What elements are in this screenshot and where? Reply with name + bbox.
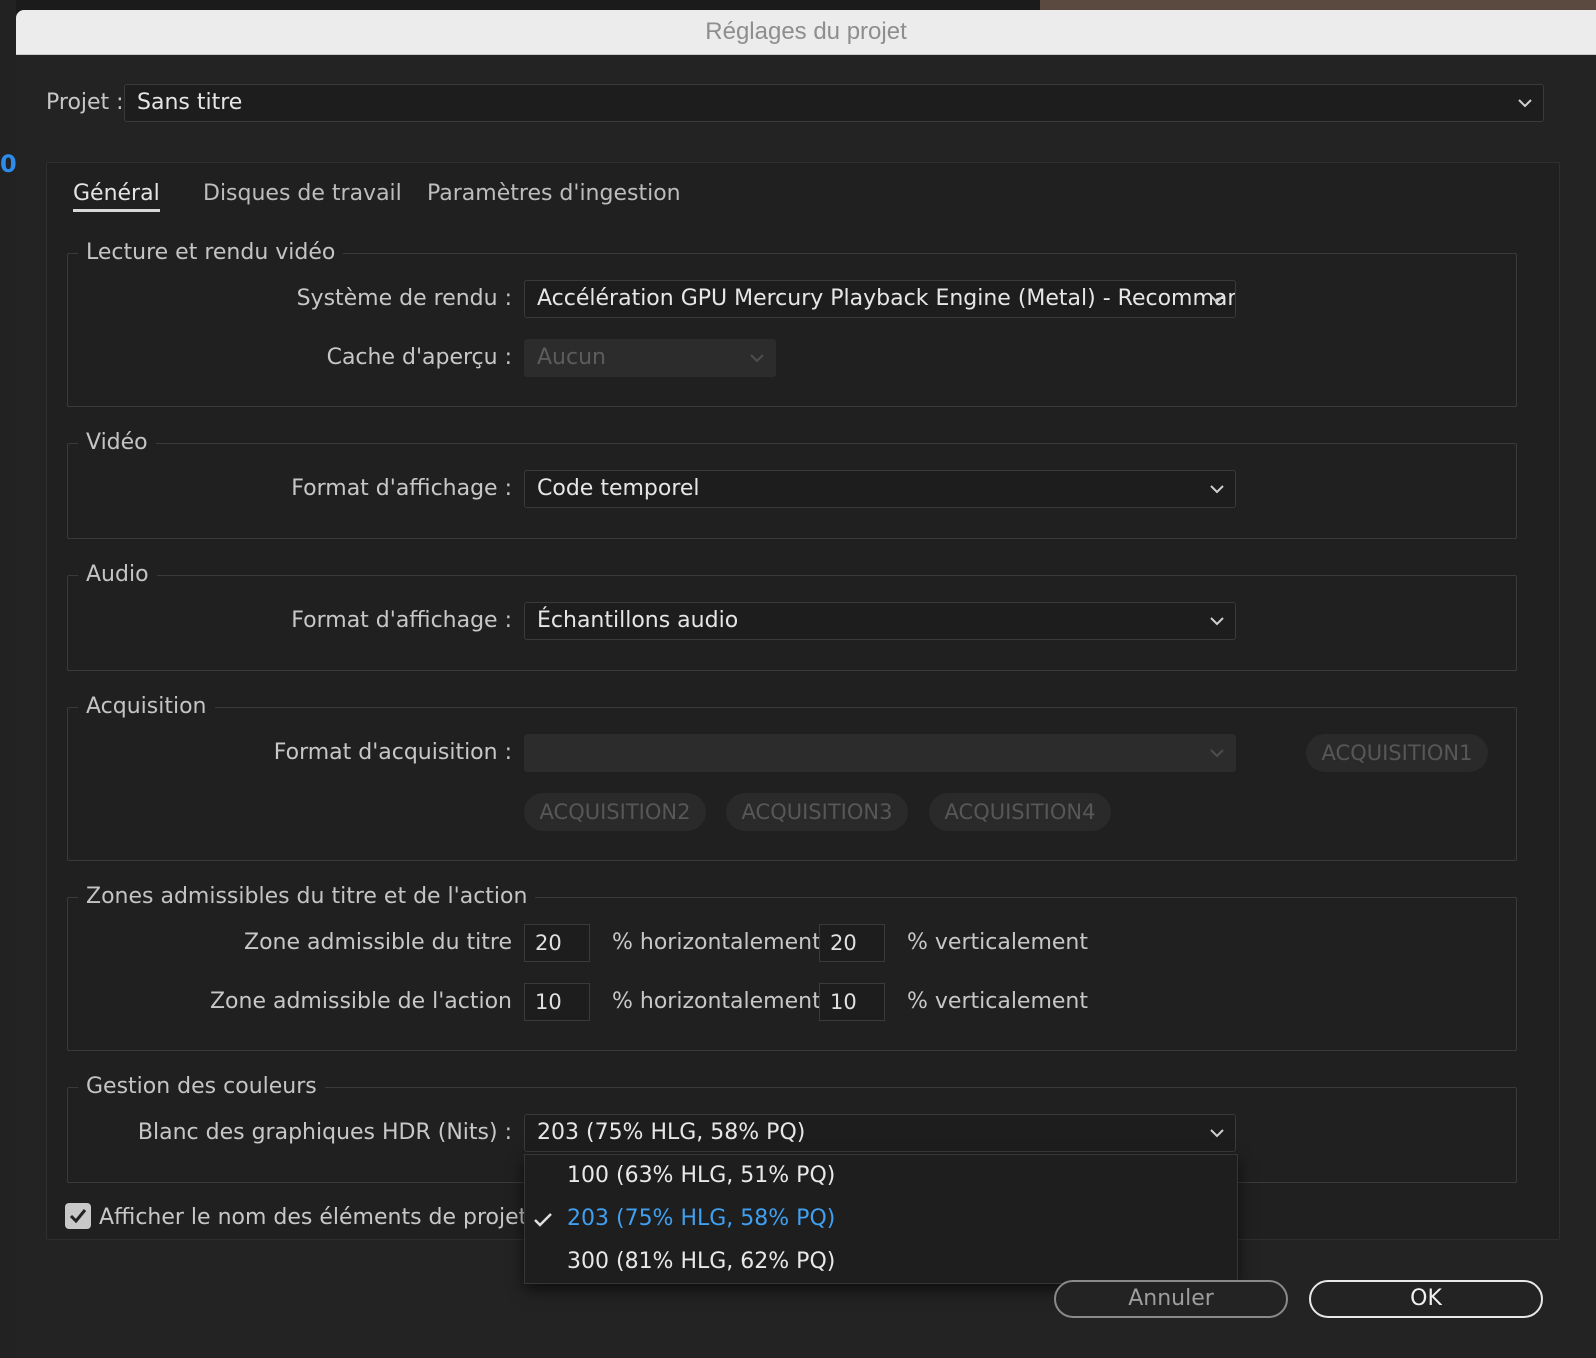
action-safe-vertical-input[interactable]: 10 xyxy=(819,983,885,1021)
project-label: Projet : xyxy=(46,90,124,115)
chevron-down-icon xyxy=(750,354,764,363)
renderer-label: Système de rendu : xyxy=(296,286,512,311)
chevron-down-icon xyxy=(1518,99,1532,108)
acquisition2-button: ACQUISITION2 xyxy=(524,793,706,831)
video-format-select[interactable]: Code temporel xyxy=(524,470,1236,508)
project-select[interactable]: Sans titre xyxy=(124,84,1544,122)
checkmark-icon xyxy=(69,1209,87,1224)
acquisition-format-select xyxy=(524,734,1236,772)
hdr-white-select[interactable]: 203 (75% HLG, 58% PQ) xyxy=(524,1114,1236,1152)
tab-scratch-disks[interactable]: Disques de travail xyxy=(203,181,402,206)
video-format-label: Format d'affichage : xyxy=(291,476,512,501)
acquisition1-button: ACQUISITION1 xyxy=(1306,734,1488,772)
menu-item-100[interactable]: 100 (63% HLG, 51% PQ) xyxy=(567,1163,835,1188)
title-safe-label: Zone admissible du titre xyxy=(244,930,512,955)
project-select-value: Sans titre xyxy=(137,90,243,115)
group-audio-title: Audio xyxy=(78,562,157,587)
acquisition3-button: ACQUISITION3 xyxy=(726,793,908,831)
acquisition4-button: ACQUISITION4 xyxy=(929,793,1111,831)
cancel-button[interactable]: Annuler xyxy=(1054,1280,1288,1318)
audio-format-label: Format d'affichage : xyxy=(291,608,512,633)
hdr-white-label: Blanc des graphiques HDR (Nits) : xyxy=(137,1120,512,1145)
chevron-down-icon xyxy=(1210,617,1224,626)
preview-cache-select: Aucun xyxy=(524,339,776,377)
dialog-title: Réglages du projet xyxy=(16,10,1596,55)
group-video-title: Vidéo xyxy=(78,430,156,455)
group-audio: Audio Format d'affichage : Échantillons … xyxy=(67,562,1517,671)
checkmark-icon xyxy=(534,1213,552,1227)
group-acquisition-title: Acquisition xyxy=(78,694,215,719)
menu-item-300[interactable]: 300 (81% HLG, 62% PQ) xyxy=(567,1249,835,1274)
title-safe-vertical-input[interactable]: 20 xyxy=(819,924,885,962)
chevron-down-icon xyxy=(1210,295,1224,304)
group-acquisition: Acquisition Format d'acquisition : ACQUI… xyxy=(67,694,1517,861)
show-names-checkbox[interactable] xyxy=(65,1203,91,1229)
project-settings-dialog: Réglages du projet Projet : Sans titre G… xyxy=(16,10,1596,1358)
menu-item-203[interactable]: 203 (75% HLG, 58% PQ) xyxy=(567,1206,835,1231)
action-safe-horizontal-input[interactable]: 10 xyxy=(524,983,590,1021)
audio-format-select[interactable]: Échantillons audio xyxy=(524,602,1236,640)
ok-button[interactable]: OK xyxy=(1309,1280,1543,1318)
group-safe-zones: Zones admissibles du titre et de l'actio… xyxy=(67,884,1517,1051)
hdr-white-value: 203 (75% HLG, 58% PQ) xyxy=(537,1120,806,1145)
background-app-toolbar: 0: xyxy=(0,0,26,1358)
acquisition-format-label: Format d'acquisition : xyxy=(273,740,512,765)
tab-ingest-settings[interactable]: Paramètres d'ingestion xyxy=(427,181,681,206)
renderer-select[interactable]: Accélération GPU Mercury Playback Engine… xyxy=(524,280,1236,318)
group-video: Vidéo Format d'affichage : Code temporel xyxy=(67,430,1517,539)
settings-panel: Général Disques de travail Paramètres d'… xyxy=(46,162,1560,1240)
group-safe-zones-title: Zones admissibles du titre et de l'actio… xyxy=(78,884,536,909)
chevron-down-icon xyxy=(1210,485,1224,494)
show-names-label: Afficher le nom des éléments de projet e… xyxy=(99,1205,584,1230)
chevron-down-icon xyxy=(1210,1129,1224,1138)
group-color-title: Gestion des couleurs xyxy=(78,1074,325,1099)
tab-general[interactable]: Général xyxy=(73,181,160,212)
action-safe-label: Zone admissible de l'action xyxy=(209,989,512,1014)
group-playback-title: Lecture et rendu vidéo xyxy=(78,240,344,265)
chevron-down-icon xyxy=(1210,749,1224,758)
action-safe-horizontal-suffix: % horizontalement xyxy=(612,989,821,1014)
renderer-select-value: Accélération GPU Mercury Playback Engine… xyxy=(537,286,1236,311)
audio-format-value: Échantillons audio xyxy=(537,608,739,633)
title-safe-horizontal-suffix: % horizontalement xyxy=(612,930,821,955)
title-safe-horizontal-input[interactable]: 20 xyxy=(524,924,590,962)
hdr-white-dropdown-menu: 100 (63% HLG, 51% PQ) 203 (75% HLG, 58% … xyxy=(524,1154,1238,1284)
video-format-value: Code temporel xyxy=(537,476,700,501)
action-safe-vertical-suffix: % verticalement xyxy=(907,989,1088,1014)
preview-cache-label: Cache d'aperçu : xyxy=(326,345,512,370)
group-playback: Lecture et rendu vidéo Système de rendu … xyxy=(67,240,1517,407)
preview-cache-value: Aucun xyxy=(537,345,606,370)
title-safe-vertical-suffix: % verticalement xyxy=(907,930,1088,955)
